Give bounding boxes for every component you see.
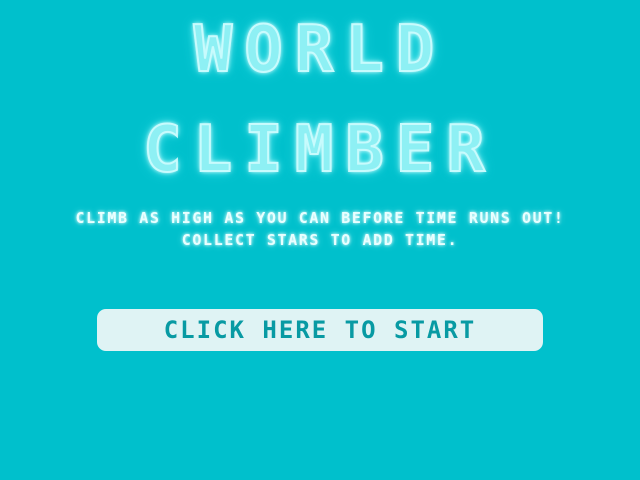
start-button[interactable]: CLiCK HERE TO START xyxy=(97,309,543,351)
instructions-line-2: COLLECT STARS TO ADD TIME. xyxy=(181,231,459,249)
game-title-line-2: CLiMBER xyxy=(142,113,497,187)
instructions-line-1: CLIMB AS HIGH AS YOU CAN BEFORE TIME RUN… xyxy=(75,209,565,227)
game-title-line-1: WORLD xyxy=(193,13,447,87)
